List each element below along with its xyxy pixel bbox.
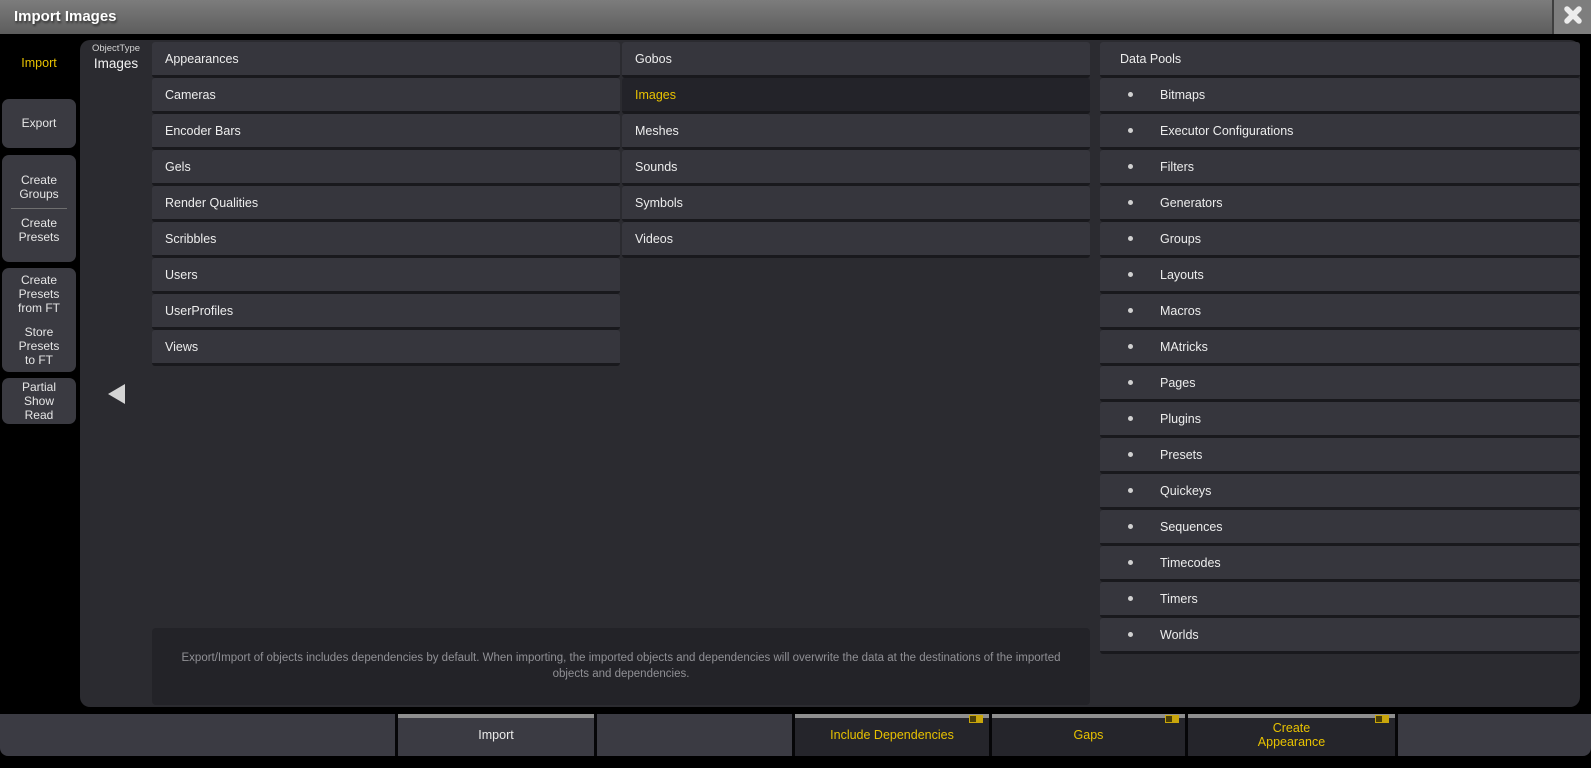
sidebar-tab-create-presets-from-ft[interactable]: Create Presets from FT	[18, 273, 60, 315]
bullet-icon	[1128, 308, 1133, 313]
import-button[interactable]: Import	[398, 714, 594, 756]
window-title: Import Images	[14, 8, 117, 25]
sidebar-tab-export[interactable]: Export	[2, 99, 76, 148]
bottom-action-bar: Import Include Dependencies Gaps Create …	[0, 714, 1591, 756]
data-pool-item[interactable]: Macros	[1100, 294, 1580, 330]
divider	[11, 208, 67, 209]
data-pool-item[interactable]: Plugins	[1100, 402, 1580, 438]
list-item[interactable]: Scribbles	[152, 222, 620, 258]
data-pool-item[interactable]: Generators	[1100, 186, 1580, 222]
data-pool-item[interactable]: Layouts	[1100, 258, 1580, 294]
list-item[interactable]: Videos	[622, 222, 1090, 258]
data-pools-header: Data Pools	[1100, 42, 1580, 78]
list-item[interactable]: Cameras	[152, 78, 620, 114]
bullet-icon	[1128, 164, 1133, 169]
sidebar-group-create: Create Groups Create Presets	[2, 155, 76, 262]
list-item[interactable]: UserProfiles	[152, 294, 620, 330]
data-pool-item[interactable]: Bitmaps	[1100, 78, 1580, 114]
sidebar-tab-import[interactable]: Import	[0, 56, 78, 70]
data-pool-item[interactable]: Executor Configurations	[1100, 114, 1580, 150]
sidebar-tab-create-presets[interactable]: Create Presets	[19, 216, 60, 244]
list-item[interactable]: Encoder Bars	[152, 114, 620, 150]
bottom-bar-spacer	[597, 714, 792, 756]
gaps-toggle[interactable]: Gaps	[992, 714, 1185, 756]
toggle-indicator-icon	[969, 715, 983, 723]
close-button[interactable]	[1552, 0, 1591, 34]
bullet-icon	[1128, 416, 1133, 421]
list-item[interactable]: Gobos	[622, 42, 1090, 78]
collapse-left-arrow-icon[interactable]	[108, 384, 125, 404]
bullet-icon	[1128, 200, 1133, 205]
data-pool-item[interactable]: Quickeys	[1100, 474, 1580, 510]
sidebar-tab-store-presets-to-ft[interactable]: Store Presets to FT	[19, 325, 60, 367]
list-item[interactable]: Render Qualities	[152, 186, 620, 222]
list-item[interactable]: Sounds	[622, 150, 1090, 186]
objecttype-label: ObjectType	[80, 43, 152, 54]
list-item[interactable]: Views	[152, 330, 620, 366]
bullet-icon	[1128, 92, 1133, 97]
data-pool-item[interactable]: Sequences	[1100, 510, 1580, 546]
list-item[interactable]: Meshes	[622, 114, 1090, 150]
bottom-bar-spacer	[1398, 714, 1591, 756]
bullet-icon	[1128, 524, 1133, 529]
bullet-icon	[1128, 632, 1133, 637]
titlebar: Import Images	[0, 0, 1591, 34]
sidebar-tab-create-groups[interactable]: Create Groups	[19, 173, 58, 201]
data-pools-list: Data Pools Bitmaps Executor Configuratio…	[1100, 42, 1580, 654]
data-pool-item[interactable]: Groups	[1100, 222, 1580, 258]
bullet-icon	[1128, 128, 1133, 133]
toggle-indicator-icon	[1165, 715, 1179, 723]
dependency-info-text: Export/Import of objects includes depend…	[152, 628, 1090, 705]
data-pool-item[interactable]: Timers	[1100, 582, 1580, 618]
list-item[interactable]: Users	[152, 258, 620, 294]
sidebar-group-ft: Create Presets from FT Store Presets to …	[2, 268, 76, 372]
objecttype-value: Images	[80, 56, 152, 71]
object-type-list-right: Gobos Images Meshes Sounds Symbols Video…	[622, 42, 1090, 258]
bullet-icon	[1128, 380, 1133, 385]
list-item[interactable]: Symbols	[622, 186, 1090, 222]
object-type-list-left: Appearances Cameras Encoder Bars Gels Re…	[152, 42, 620, 366]
bullet-icon	[1128, 236, 1133, 241]
data-pool-item[interactable]: Filters	[1100, 150, 1580, 186]
dialog-body: ObjectType Images Appearances Cameras En…	[80, 40, 1580, 707]
data-pool-item[interactable]: Timecodes	[1100, 546, 1580, 582]
data-pool-item[interactable]: Pages	[1100, 366, 1580, 402]
toggle-indicator-icon	[1375, 715, 1389, 723]
close-icon	[1563, 5, 1583, 30]
sidebar-tab-partial-show-read[interactable]: Partial Show Read	[2, 378, 76, 424]
data-pool-item[interactable]: MAtricks	[1100, 330, 1580, 366]
bullet-icon	[1128, 344, 1133, 349]
bullet-icon	[1128, 452, 1133, 457]
bottom-bar-spacer	[0, 714, 395, 756]
bullet-icon	[1128, 488, 1133, 493]
data-pool-item[interactable]: Presets	[1100, 438, 1580, 474]
include-dependencies-toggle[interactable]: Include Dependencies	[795, 714, 989, 756]
sidebar: Import Export Create Groups Create Prese…	[0, 34, 78, 714]
bullet-icon	[1128, 596, 1133, 601]
list-item[interactable]: Gels	[152, 150, 620, 186]
bullet-icon	[1128, 560, 1133, 565]
create-appearance-toggle[interactable]: Create Appearance	[1188, 714, 1395, 756]
list-item-selected[interactable]: Images	[622, 78, 1090, 114]
list-item[interactable]: Appearances	[152, 42, 620, 78]
bullet-icon	[1128, 272, 1133, 277]
data-pool-item[interactable]: Worlds	[1100, 618, 1580, 654]
